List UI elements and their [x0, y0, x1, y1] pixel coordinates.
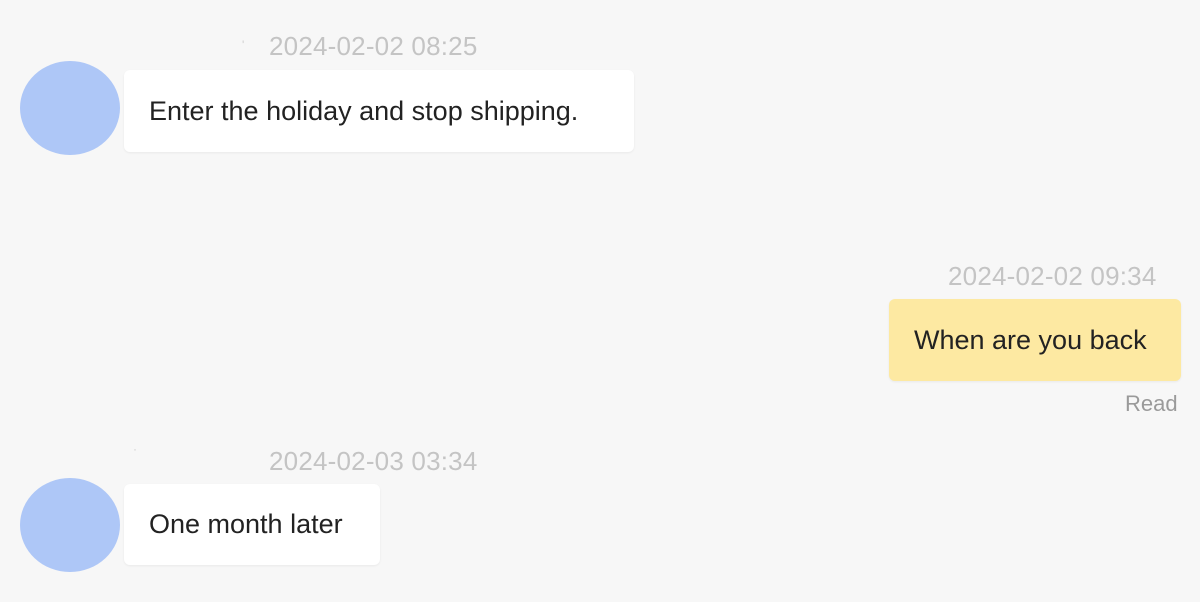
- message-text: One month later: [149, 509, 343, 539]
- message-bubble-incoming[interactable]: One month later: [124, 484, 380, 565]
- message-timestamp: 2024-02-02 09:34: [948, 261, 1157, 291]
- read-status: Read: [1125, 391, 1178, 416]
- avatar[interactable]: [20, 61, 120, 155]
- sender-name-faint: ': [242, 38, 245, 52]
- message-timestamp: 2024-02-03 03:34: [269, 446, 478, 476]
- chat-thread: ' 2024-02-02 08:25 Enter the holiday and…: [0, 0, 1200, 602]
- avatar[interactable]: [20, 478, 120, 572]
- message-bubble-incoming[interactable]: Enter the holiday and stop shipping.: [124, 70, 634, 152]
- message-bubble-outgoing[interactable]: When are you back: [889, 299, 1181, 381]
- sender-name-faint: ·: [133, 442, 137, 456]
- message-timestamp: 2024-02-02 08:25: [269, 31, 478, 61]
- message-text: When are you back: [914, 324, 1147, 355]
- message-text: Enter the holiday and stop shipping.: [149, 95, 579, 126]
